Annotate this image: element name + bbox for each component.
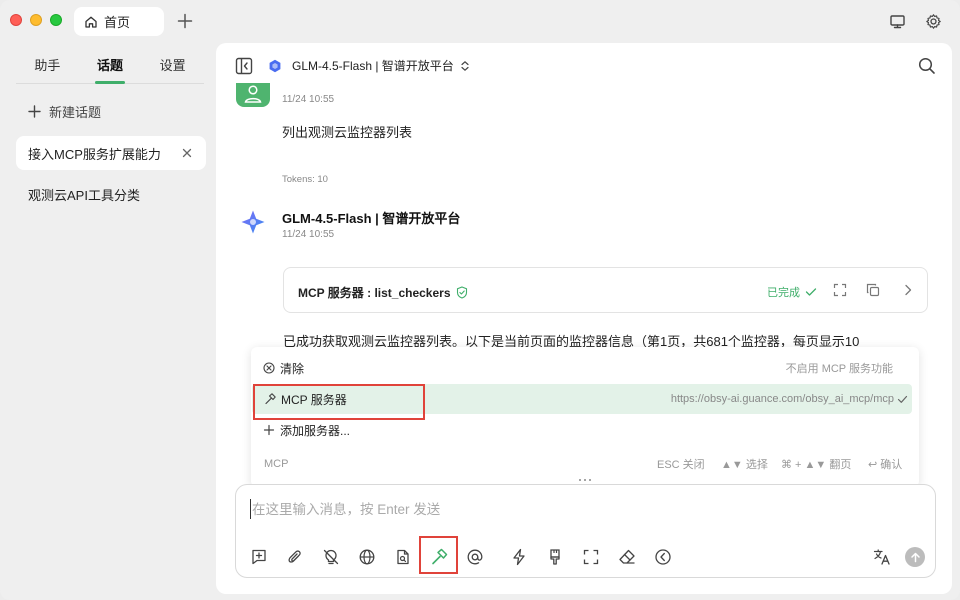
plus-icon — [263, 424, 275, 436]
arrow-up-icon — [910, 552, 920, 562]
gear-icon — [925, 13, 941, 29]
chevron-up-down-icon — [461, 60, 469, 71]
user-icon — [244, 85, 262, 103]
shortcut-esc: ESC 关闭 — [657, 459, 705, 471]
globe-icon — [359, 549, 375, 565]
translate-icon — [873, 549, 890, 565]
new-topic-button[interactable]: 新建话题 — [28, 102, 101, 121]
at-sign-icon — [467, 549, 483, 565]
model-selector[interactable]: GLM-4.5-Flash | 智谱开放平台 — [268, 57, 470, 74]
new-chat-icon — [252, 549, 266, 565]
clear-circle-icon — [263, 362, 275, 374]
message-input[interactable] — [250, 499, 910, 519]
send-button[interactable] — [905, 547, 925, 567]
title-bar: 首页 — [0, 0, 960, 44]
minimize-window-button[interactable] — [30, 14, 42, 26]
maximize-window-button[interactable] — [50, 14, 62, 26]
expand-icon[interactable] — [833, 283, 847, 297]
new-topic-tool-button[interactable] — [249, 547, 269, 567]
copy-icon[interactable] — [866, 283, 880, 297]
collapse-toolbar-button[interactable] — [653, 547, 673, 567]
menu-item-label: 清除 — [280, 361, 305, 376]
lightning-icon — [513, 548, 525, 566]
sidebar-tabs: 助手 话题 设置 — [16, 44, 204, 84]
menu-item-label: 添加服务器... — [280, 423, 351, 438]
quick-phrase-button[interactable] — [509, 547, 529, 567]
model-label: GLM-4.5-Flash | 智谱开放平台 — [292, 59, 454, 73]
menu-item-clear[interactable]: 清除 不启用 MCP 服务功能 — [251, 353, 919, 383]
search-icon[interactable] — [918, 57, 936, 75]
topic-item-active[interactable]: 接入MCP服务扩展能力 — [16, 136, 206, 170]
user-message-time: 11/24 10:55 — [282, 94, 335, 105]
model-logo-icon — [269, 59, 281, 72]
topic-item[interactable]: 观测云API工具分类 — [16, 177, 206, 211]
menu-item-hint: 不启用 MCP 服务功能 — [785, 363, 893, 375]
bot-name: GLM-4.5-Flash | 智谱开放平台 — [282, 211, 461, 226]
fullscreen-button[interactable] — [581, 547, 601, 567]
highlight-box — [419, 536, 458, 574]
tool-call-title: MCP 服务器 : list_checkers — [298, 284, 468, 301]
tool-call-card[interactable]: MCP 服务器 : list_checkers 已完成 — [283, 267, 928, 313]
user-avatar — [236, 83, 270, 107]
tab-settings[interactable]: 设置 — [141, 44, 204, 83]
topic-label: 观测云API工具分类 — [28, 187, 140, 203]
attach-button[interactable] — [285, 547, 305, 567]
topic-label: 接入MCP服务扩展能力 — [28, 146, 161, 162]
tab-topics[interactable]: 话题 — [79, 44, 142, 84]
home-icon — [85, 16, 97, 28]
shortcut-page: ⌘ + ▲▼ 翻页 — [781, 459, 852, 471]
file-search-icon — [397, 549, 409, 565]
check-icon — [897, 395, 908, 403]
web-search-button[interactable] — [357, 547, 377, 567]
close-window-button[interactable] — [10, 14, 22, 26]
tab-assistant[interactable]: 助手 — [16, 44, 79, 83]
new-topic-label: 新建话题 — [49, 105, 102, 120]
mention-button[interactable] — [465, 547, 485, 567]
eraser-icon — [619, 549, 635, 564]
shield-check-icon — [456, 286, 467, 299]
user-message-text: 列出观测云监控器列表 — [282, 125, 413, 140]
eraser-button[interactable] — [617, 547, 637, 567]
settings-button[interactable] — [924, 12, 942, 30]
monitor-button[interactable] — [888, 12, 906, 30]
bot-message-time: 11/24 10:55 — [282, 229, 335, 240]
check-icon — [805, 288, 817, 296]
paperclip-icon — [288, 550, 301, 563]
menu-footer: MCP ESC 关闭 ▲▼ 选择 ⌘ + ▲▼ 翻页 ↩ 确认 — [251, 451, 919, 477]
status-label: 已完成 — [767, 287, 800, 299]
tab-label: 首页 — [104, 15, 131, 30]
token-count: Tokens: 10 — [282, 174, 328, 185]
highlight-box — [253, 384, 425, 420]
message-composer — [235, 484, 936, 578]
bot-avatar-icon — [241, 210, 265, 234]
sidebar: 助手 话题 设置 新建话题 接入MCP服务扩展能力 观测云API工具分类 — [0, 44, 216, 600]
tool-call-status: 已完成 — [767, 284, 817, 300]
tool-call-label: MCP 服务器 : list_checkers — [298, 286, 451, 300]
monitor-icon — [889, 14, 905, 28]
paintbrush-icon — [550, 549, 560, 565]
plus-icon — [28, 105, 41, 118]
server-url: https://obsy-ai.guance.com/obsy_ai_mcp/m… — [670, 393, 894, 405]
sidebar-toggle-icon[interactable] — [235, 57, 253, 75]
add-tab-button[interactable] — [176, 11, 194, 31]
knowledge-base-button[interactable] — [393, 547, 413, 567]
translate-button[interactable] — [872, 547, 892, 567]
expand-icon — [583, 549, 599, 565]
menu-source-label: MCP — [264, 458, 289, 470]
close-icon[interactable] — [180, 146, 194, 160]
tab-home[interactable]: 首页 — [74, 7, 164, 36]
shortcut-confirm: ↩ 确认 — [868, 459, 903, 471]
chevron-right-icon[interactable] — [901, 283, 915, 297]
chevron-left-circle-icon — [655, 549, 671, 565]
plus-icon — [177, 13, 193, 29]
shortcut-select: ▲▼ 选择 — [721, 459, 768, 471]
clear-context-button[interactable] — [545, 547, 565, 567]
thinking-toggle-button[interactable] — [321, 547, 341, 567]
app-window: 首页 助手 话题 设置 新建话题 接入MCP服务扩展能力 观测云API工具分类 — [0, 0, 960, 600]
lightbulb-off-icon — [323, 549, 339, 565]
